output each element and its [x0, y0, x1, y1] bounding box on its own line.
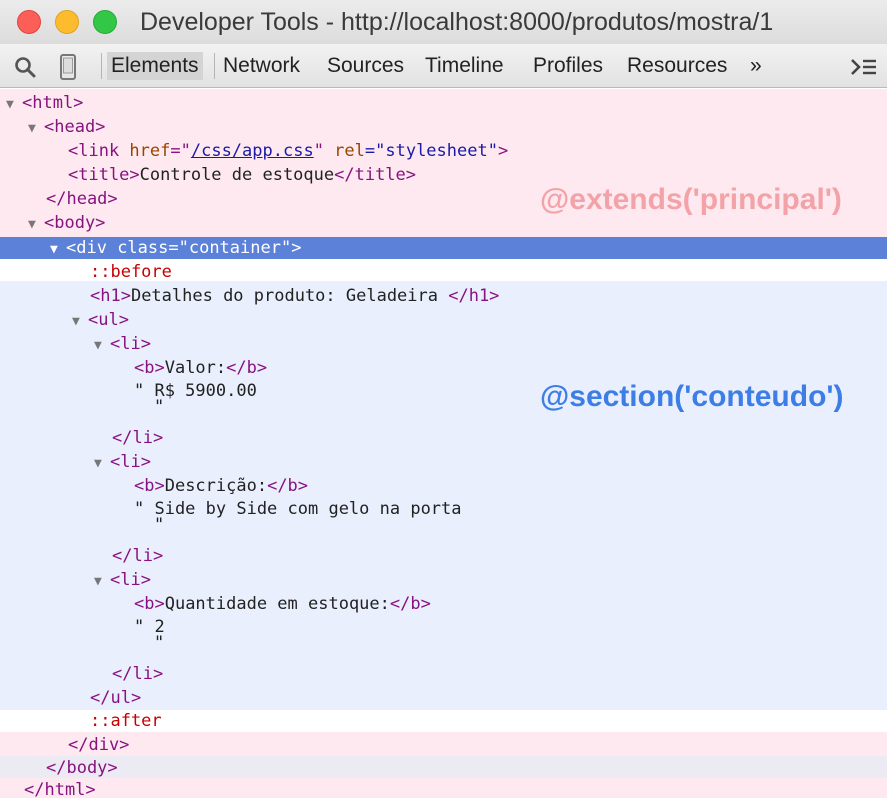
tab-profiles[interactable]: Profiles: [533, 52, 603, 80]
tree-text-node-end: ": [154, 633, 165, 653]
tree-node-h1[interactable]: <h1>Detalhes do produto: Geladeira </h1>: [90, 284, 499, 308]
tree-text-node-end: ": [154, 515, 165, 535]
devtools-toolbar: Elements Network Sources Timeline Profil…: [0, 44, 887, 88]
section-annotation: @section('conteudo'): [540, 380, 844, 413]
close-window-button[interactable]: [17, 10, 41, 34]
tree-node-b[interactable]: <b>Valor:</b>: [134, 356, 267, 380]
stylesheet-link[interactable]: /css/app.css: [191, 141, 314, 161]
expand-triangle-icon[interactable]: ▼: [6, 93, 22, 117]
tree-node-b[interactable]: <b>Descrição:</b>: [134, 474, 308, 498]
expand-triangle-icon[interactable]: ▼: [50, 238, 66, 262]
search-icon[interactable]: [14, 56, 36, 78]
tab-timeline[interactable]: Timeline: [425, 52, 504, 80]
tree-node-div-close[interactable]: </div>: [68, 733, 129, 757]
tree-node-b[interactable]: <b>Quantidade em estoque:</b>: [134, 592, 431, 616]
tab-sources[interactable]: Sources: [327, 52, 404, 80]
tree-node-after[interactable]: ::after: [90, 709, 162, 733]
expand-triangle-icon[interactable]: ▼: [28, 117, 44, 141]
tree-text-node[interactable]: " R$ 5900.00: [134, 379, 257, 403]
tab-resources[interactable]: Resources: [627, 52, 727, 80]
tree-text-node[interactable]: " Side by Side com gelo na porta: [134, 497, 462, 521]
expand-triangle-icon[interactable]: ▼: [94, 452, 110, 476]
tree-node-html-close[interactable]: </html>: [24, 778, 96, 798]
tree-node-head-close[interactable]: </head>: [46, 187, 118, 211]
tree-text-node-end: ": [154, 397, 165, 417]
maximize-window-button[interactable]: [93, 10, 117, 34]
more-tabs-button[interactable]: »: [750, 52, 762, 80]
tree-node-li-close[interactable]: </li>: [112, 544, 163, 568]
expand-triangle-icon[interactable]: ▼: [94, 334, 110, 358]
tree-node-before[interactable]: ::before: [90, 260, 172, 284]
layout-region-highlight: [0, 732, 887, 756]
row-background: [0, 756, 887, 778]
window-title-bar: Developer Tools - http://localhost:8000/…: [0, 0, 887, 44]
tree-node-head[interactable]: ▼ <head>: [28, 115, 105, 139]
tree-node-html[interactable]: ▼ <html>: [6, 91, 83, 115]
tree-node-ul-close[interactable]: </ul>: [90, 686, 141, 710]
device-icon[interactable]: [59, 54, 77, 80]
window-title: Developer Tools - http://localhost:8000/…: [140, 8, 774, 36]
tree-node-li[interactable]: ▼ <li>: [94, 568, 151, 592]
tree-node-li[interactable]: ▼ <li>: [94, 332, 151, 356]
layout-region-highlight: [0, 778, 887, 798]
toolbar-separator: [214, 53, 215, 79]
toolbar-separator: [101, 53, 102, 79]
extends-annotation: @extends('principal'): [540, 183, 842, 216]
tree-node-li[interactable]: ▼ <li>: [94, 450, 151, 474]
elements-tree: ▼ <html> ▼ <head> <link href="/css/app.css…: [0, 89, 887, 798]
tree-node-title[interactable]: <title>Controle de estoque</title>: [68, 163, 416, 187]
expand-triangle-icon[interactable]: ▼: [28, 213, 44, 237]
tab-elements[interactable]: Elements: [107, 52, 203, 80]
expand-triangle-icon[interactable]: ▼: [72, 310, 88, 334]
minimize-window-button[interactable]: [55, 10, 79, 34]
tree-node-body[interactable]: ▼ <body>: [28, 211, 105, 235]
tree-node-div-container[interactable]: ▼ <div class="container">: [50, 236, 301, 260]
tree-node-li-close[interactable]: </li>: [112, 662, 163, 686]
tab-network[interactable]: Network: [223, 52, 300, 80]
tree-node-li-close[interactable]: </li>: [112, 426, 163, 450]
console-drawer-icon[interactable]: [850, 57, 878, 77]
tree-node-link[interactable]: <link href="/css/app.css" rel="styleshee…: [68, 139, 508, 163]
expand-triangle-icon[interactable]: ▼: [94, 570, 110, 594]
tree-node-ul[interactable]: ▼ <ul>: [72, 308, 129, 332]
tree-node-body-close[interactable]: </body>: [46, 756, 118, 780]
